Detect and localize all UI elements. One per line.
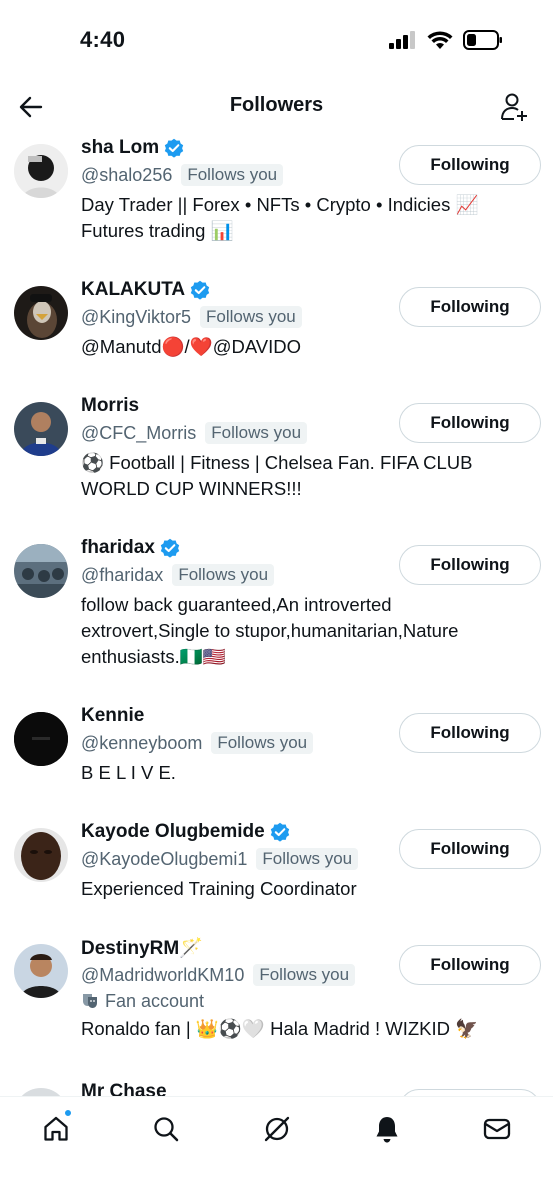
avatar[interactable] bbox=[14, 712, 68, 766]
fan-account-label: Fan account bbox=[81, 988, 533, 1014]
following-button[interactable]: Following bbox=[399, 945, 541, 985]
followers-list: sha Lom @shalo256 Follows you Day Trader… bbox=[0, 136, 553, 1096]
following-button[interactable]: Following bbox=[399, 829, 541, 869]
tab-search[interactable] bbox=[146, 1109, 186, 1149]
avatar[interactable] bbox=[14, 402, 68, 456]
user-name[interactable]: KALAKUTA bbox=[81, 279, 185, 301]
battery-icon bbox=[463, 30, 502, 50]
bio-line: Ronaldo fan | 👑⚽🤍 Hala Madrid ! WIZKID 🦅 bbox=[81, 1018, 479, 1039]
status-icons bbox=[389, 30, 503, 50]
user-bio: follow back guaranteed,An introverted ex… bbox=[81, 592, 521, 670]
user-handle[interactable]: @KayodeOlugbemi1 bbox=[81, 849, 247, 870]
following-button[interactable] bbox=[399, 1089, 541, 1096]
user-row[interactable]: Mr Chase bbox=[0, 1080, 553, 1096]
bio-line: @Manutd🔴/❤️@DAVIDO bbox=[81, 336, 302, 357]
user-handle[interactable]: @CFC_Morris bbox=[81, 423, 196, 444]
follows-you-badge: Follows you bbox=[211, 732, 314, 754]
follows-you-badge: Follows you bbox=[253, 964, 356, 986]
avatar[interactable] bbox=[14, 1088, 68, 1096]
follows-you-badge: Follows you bbox=[200, 306, 302, 328]
bottom-tab-bar bbox=[0, 1096, 553, 1200]
tab-messages[interactable] bbox=[477, 1109, 517, 1149]
user-handle[interactable]: @kenneyboom bbox=[81, 733, 202, 754]
user-handle[interactable]: @fharidax bbox=[81, 565, 163, 586]
user-bio: ⚽ Football | Fitness | Chelsea Fan. FIFA… bbox=[81, 450, 521, 502]
signal-icon bbox=[389, 31, 415, 49]
verified-badge-icon bbox=[270, 822, 290, 842]
verified-badge-icon bbox=[160, 538, 180, 558]
grok-icon bbox=[264, 1116, 290, 1142]
theater-masks-icon bbox=[83, 994, 97, 1008]
user-row[interactable]: KALAKUTA @KingViktor5 Follows you @Manut… bbox=[0, 278, 553, 394]
verified-badge-icon bbox=[190, 280, 210, 300]
user-bio: Ronaldo fan | 👑⚽🤍 Hala Madrid ! WIZKID 🦅 bbox=[81, 1016, 521, 1042]
follows-you-badge: Follows you bbox=[256, 848, 359, 870]
header: Followers bbox=[0, 80, 553, 136]
home-notification-dot bbox=[64, 1109, 72, 1117]
user-name[interactable]: Mr Chase bbox=[81, 1081, 167, 1096]
follows-you-badge: Follows you bbox=[172, 564, 275, 586]
user-name[interactable]: fharidax bbox=[81, 537, 155, 559]
notifications-icon bbox=[376, 1117, 398, 1143]
user-name[interactable]: sha Lom bbox=[81, 137, 159, 159]
home-icon bbox=[44, 1116, 68, 1141]
bio-line: Futures trading 📊 bbox=[81, 220, 234, 241]
avatar[interactable] bbox=[14, 944, 68, 998]
bio-line: Experienced Training Coordinator bbox=[81, 878, 357, 899]
user-row[interactable]: fharidax @fharidax Follows you follow ba… bbox=[0, 536, 553, 704]
avatar[interactable] bbox=[14, 286, 68, 340]
follows-you-badge: Follows you bbox=[181, 164, 284, 186]
bio-line: extrovert,Single to stupor,humanitarian,… bbox=[81, 620, 459, 641]
tab-notifications[interactable] bbox=[367, 1109, 407, 1149]
user-name[interactable]: DestinyRM🪄 bbox=[81, 936, 203, 960]
user-row[interactable]: sha Lom @shalo256 Follows you Day Trader… bbox=[0, 136, 553, 278]
user-name[interactable]: Kennie bbox=[81, 705, 144, 727]
user-row[interactable]: Kennie @kenneyboom Follows you B E L I V… bbox=[0, 704, 553, 820]
following-button[interactable]: Following bbox=[399, 145, 541, 185]
fan-account-text: Fan account bbox=[105, 990, 205, 1011]
following-button[interactable]: Following bbox=[399, 545, 541, 585]
page-title: Followers bbox=[229, 94, 324, 116]
status-bar: 4:40 bbox=[0, 0, 553, 80]
user-bio: B E L I V E. bbox=[81, 760, 521, 786]
bio-line: Day Trader || Forex • NFTs • Crypto • In… bbox=[81, 194, 479, 215]
tab-home[interactable] bbox=[36, 1109, 76, 1149]
user-bio: @Manutd🔴/❤️@DAVIDO bbox=[81, 334, 521, 360]
verified-badge-icon bbox=[164, 138, 184, 158]
user-row[interactable]: Morris @CFC_Morris Follows you ⚽ Footbal… bbox=[0, 394, 553, 536]
user-name[interactable]: Morris bbox=[81, 395, 139, 417]
bio-line: enthusiasts.🇳🇬🇺🇸 bbox=[81, 646, 226, 667]
avatar[interactable] bbox=[14, 544, 68, 598]
user-handle[interactable]: @MadridworldKM10 bbox=[81, 965, 244, 986]
tab-grok[interactable] bbox=[257, 1109, 297, 1149]
search-icon bbox=[154, 1117, 179, 1142]
user-bio: Day Trader || Forex • NFTs • Crypto • In… bbox=[81, 192, 521, 244]
user-handle[interactable]: @shalo256 bbox=[81, 165, 172, 186]
bio-line: WORLD CUP WINNERS!!! bbox=[81, 478, 302, 499]
wifi-icon bbox=[427, 30, 453, 49]
add-user-button[interactable] bbox=[497, 90, 531, 124]
messages-icon bbox=[483, 1118, 511, 1140]
bio-line: ⚽ Football | Fitness | Chelsea Fan. FIFA… bbox=[81, 452, 473, 473]
user-name[interactable]: Kayode Olugbemide bbox=[81, 821, 265, 843]
user-bio: Experienced Training Coordinator bbox=[81, 876, 521, 902]
user-row[interactable]: Kayode Olugbemide @KayodeOlugbemi1 Follo… bbox=[0, 820, 553, 936]
add-user-icon bbox=[501, 93, 527, 121]
following-button[interactable]: Following bbox=[399, 287, 541, 327]
bio-line: follow back guaranteed,An introverted bbox=[81, 594, 392, 615]
bio-line: B E L I V E. bbox=[81, 762, 176, 783]
user-row[interactable]: DestinyRM🪄 @MadridworldKM10 Follows you … bbox=[0, 936, 553, 1080]
following-button[interactable]: Following bbox=[399, 403, 541, 443]
avatar[interactable] bbox=[14, 828, 68, 882]
user-handle[interactable]: @KingViktor5 bbox=[81, 307, 191, 328]
following-button[interactable]: Following bbox=[399, 713, 541, 753]
avatar[interactable] bbox=[14, 144, 68, 198]
status-time: 4:40 bbox=[80, 27, 126, 52]
follows-you-badge: Follows you bbox=[205, 422, 308, 444]
